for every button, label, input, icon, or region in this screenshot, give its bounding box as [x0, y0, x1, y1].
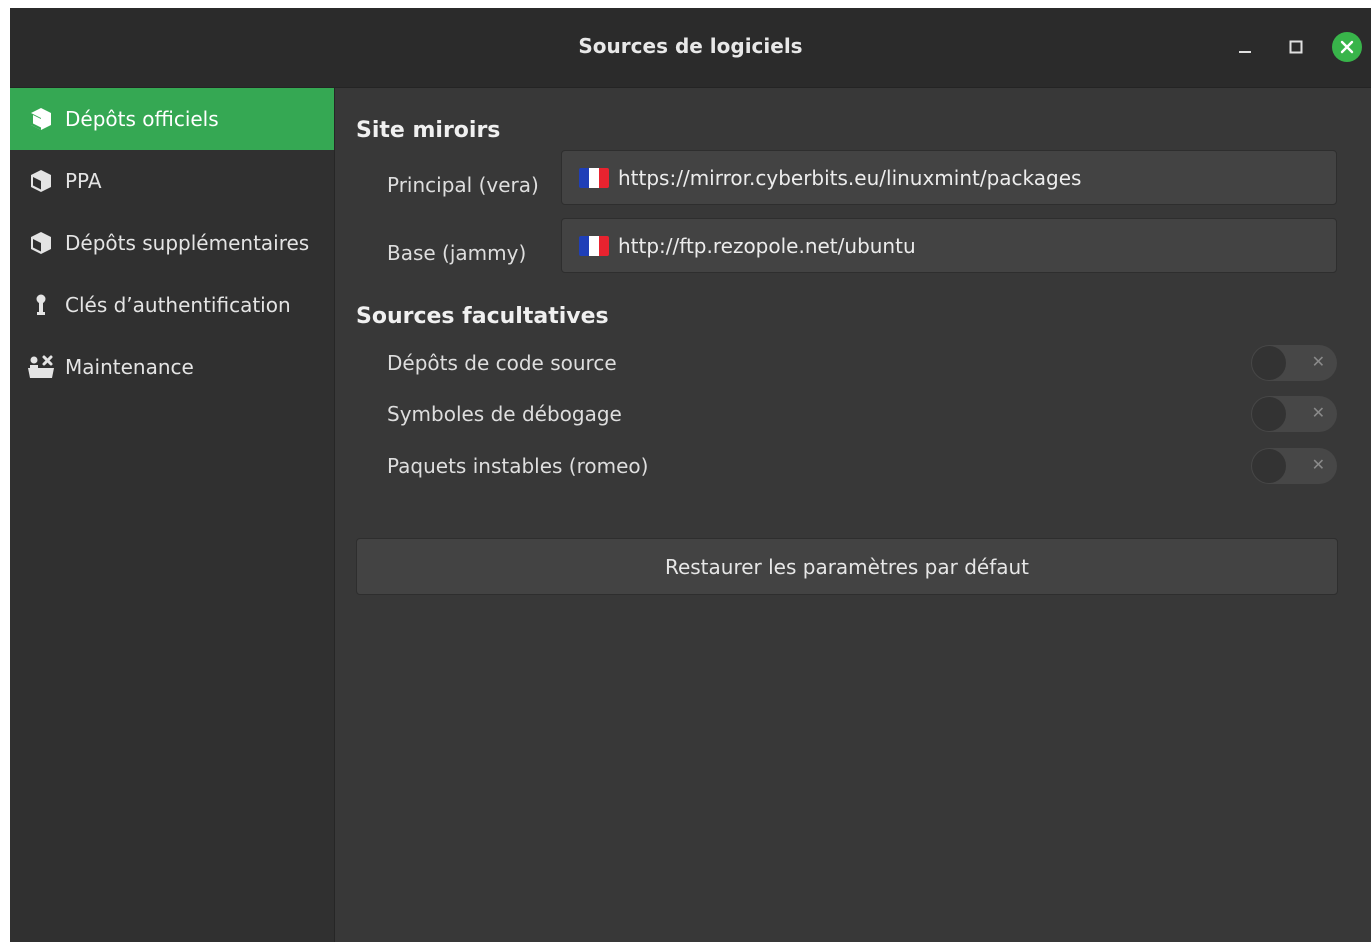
main-mirror-button[interactable]: https://mirror.cyberbits.eu/linuxmint/pa…: [561, 150, 1337, 205]
sidebar-item-label: PPA: [65, 169, 102, 193]
france-flag-icon: [579, 235, 609, 256]
close-icon: [1340, 40, 1354, 54]
switch-knob: [1252, 346, 1286, 380]
sidebar: Dépôts officiels PPA Dépôts supplémentai…: [10, 88, 335, 942]
debug-symbols-switch[interactable]: ✕: [1251, 396, 1337, 432]
sidebar-item-label: Dépôts supplémentaires: [65, 231, 310, 255]
base-mirror-label: Base (jammy): [387, 241, 527, 265]
main-mirror-url: https://mirror.cyberbits.eu/linuxmint/pa…: [618, 165, 1082, 190]
package-icon: [27, 105, 55, 133]
switch-knob: [1252, 449, 1286, 483]
sidebar-item-label: Maintenance: [65, 355, 194, 379]
key-icon: [27, 291, 55, 319]
maximize-button[interactable]: [1281, 32, 1311, 62]
software-sources-window: Sources de logiciels Dépôts officiels PP…: [10, 8, 1371, 942]
window-title: Sources de logiciels: [578, 34, 803, 58]
base-mirror-button[interactable]: http://ftp.rezopole.net/ubuntu: [561, 218, 1337, 273]
france-flag-icon: [579, 167, 609, 188]
minimize-button[interactable]: [1230, 32, 1260, 62]
switch-knob: [1252, 397, 1286, 431]
source-code-repositories-switch[interactable]: ✕: [1251, 345, 1337, 381]
maximize-icon: [1289, 40, 1303, 54]
sidebar-item-maintenance[interactable]: Maintenance: [10, 336, 334, 398]
source-code-repositories-label: Dépôts de code source: [387, 351, 617, 375]
off-icon: ✕: [1311, 352, 1325, 371]
restore-defaults-button[interactable]: Restaurer les paramètres par défaut: [356, 538, 1338, 595]
sidebar-item-authentication-keys[interactable]: Clés d’authentification: [10, 274, 334, 336]
sidebar-item-ppa[interactable]: PPA: [10, 150, 334, 212]
minimize-icon: [1239, 51, 1251, 53]
package-icon: [27, 229, 55, 257]
sidebar-item-label: Clés d’authentification: [65, 293, 291, 317]
titlebar[interactable]: Sources de logiciels: [10, 8, 1371, 88]
sidebar-item-label: Dépôts officiels: [65, 107, 219, 131]
unstable-packages-label: Paquets instables (romeo): [387, 454, 649, 478]
mirrors-heading: Site miroirs: [356, 118, 501, 143]
unstable-packages-switch[interactable]: ✕: [1251, 448, 1337, 484]
main-mirror-label: Principal (vera): [387, 173, 539, 197]
maintenance-icon: [27, 353, 55, 381]
debug-symbols-label: Symboles de débogage: [387, 402, 622, 426]
off-icon: ✕: [1311, 403, 1325, 422]
optional-sources-heading: Sources facultatives: [356, 304, 609, 329]
off-icon: ✕: [1311, 455, 1325, 474]
sidebar-item-additional-repositories[interactable]: Dépôts supplémentaires: [10, 212, 334, 274]
sidebar-item-official-repositories[interactable]: Dépôts officiels: [10, 88, 334, 150]
base-mirror-url: http://ftp.rezopole.net/ubuntu: [618, 233, 916, 258]
package-icon: [27, 167, 55, 195]
close-button[interactable]: [1332, 32, 1362, 62]
main-panel: Site miroirs Principal (vera) https://mi…: [335, 88, 1371, 942]
